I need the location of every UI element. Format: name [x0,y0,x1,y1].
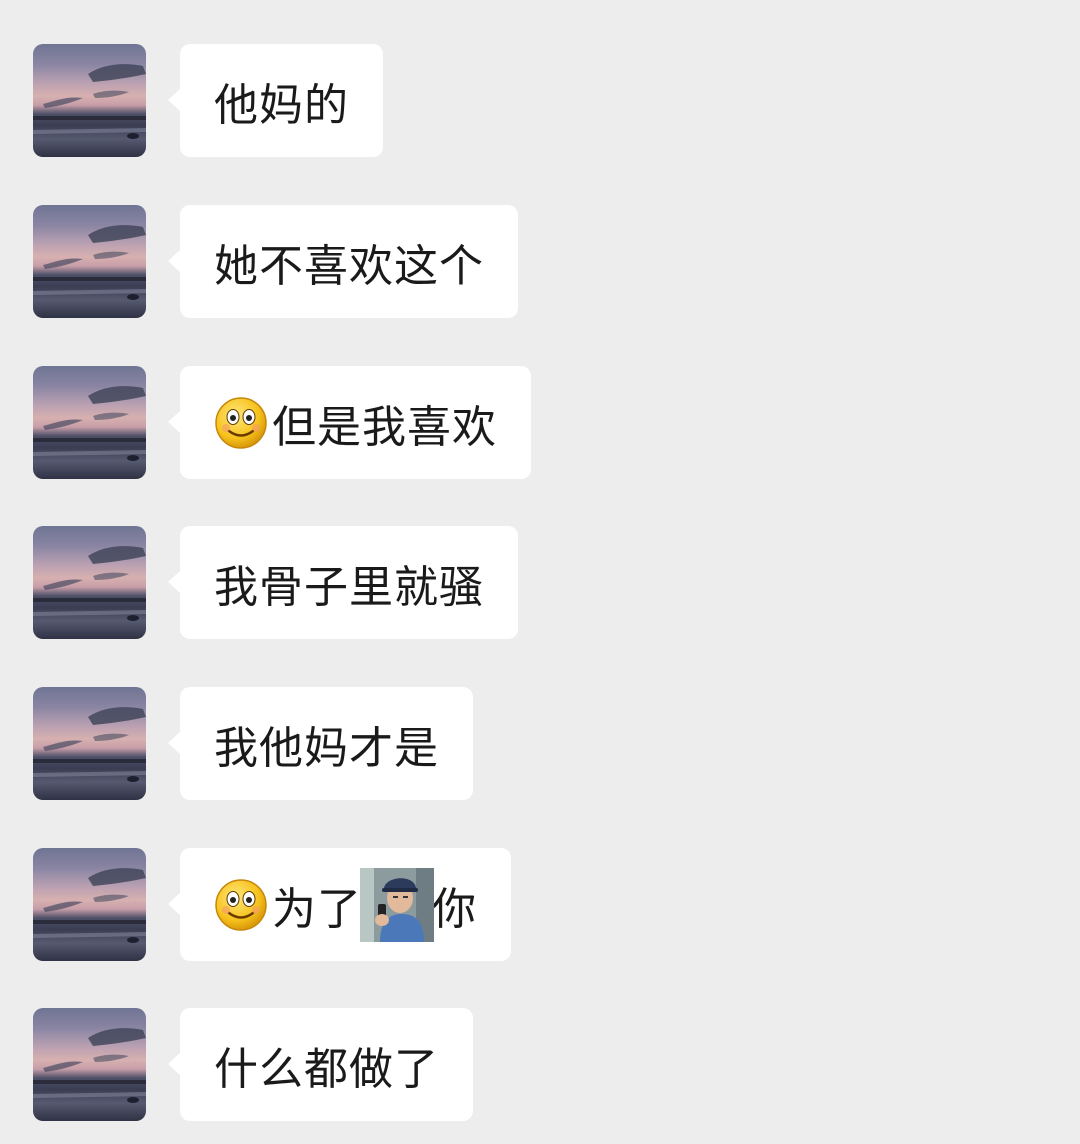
message-bubble[interactable]: 但是我喜欢 [168,366,531,479]
avatar[interactable] [33,44,146,157]
avatar[interactable] [33,205,146,318]
message-text-after: 你 [432,883,477,935]
message-row: 为了 你 [0,848,1080,962]
old-man-phone-sticker-icon [360,867,434,942]
smile-emoji-icon [215,878,267,931]
message-row: 但是我喜欢 [0,366,1080,480]
avatar[interactable] [33,366,146,479]
message-text: 她不喜欢这个 [214,240,484,292]
message-text-before: 为了 [272,883,362,935]
message-bubble[interactable]: 他妈的 [168,44,383,157]
message-row: 她不喜欢这个 [0,205,1080,319]
avatar[interactable] [33,848,146,961]
message-row: 他妈的 [0,44,1080,158]
message-row: 我骨子里就骚 [0,526,1080,640]
message-text: 但是我喜欢 [272,401,497,453]
avatar[interactable] [33,1008,146,1121]
avatar[interactable] [33,526,146,639]
message-bubble[interactable]: 为了 你 [168,848,511,961]
message-bubble[interactable]: 我他妈才是 [168,687,473,800]
chat-area: 他妈的 她不喜欢这个 但是我喜欢 我骨子里就骚 我他妈才是 为了 你 什么都做了 [0,0,1080,1144]
avatar[interactable] [33,687,146,800]
message-text: 什么都做了 [214,1043,439,1095]
message-bubble[interactable]: 我骨子里就骚 [168,526,518,639]
message-row: 我他妈才是 [0,687,1080,801]
message-row: 什么都做了 [0,1008,1080,1122]
message-text: 他妈的 [214,79,349,131]
smile-emoji-icon [215,396,267,449]
message-text: 我骨子里就骚 [214,561,484,613]
message-bubble[interactable]: 什么都做了 [168,1008,473,1121]
message-text: 我他妈才是 [214,722,439,774]
message-bubble[interactable]: 她不喜欢这个 [168,205,518,318]
